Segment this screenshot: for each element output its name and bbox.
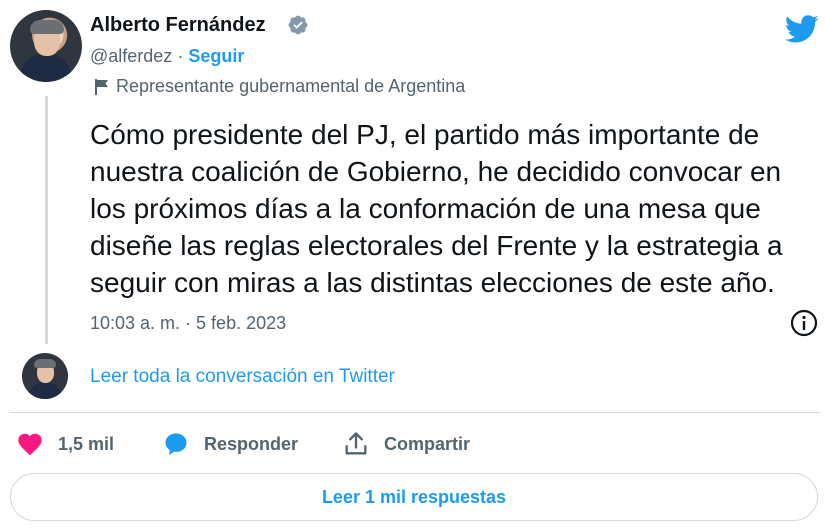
handle-row: @alferdez · Seguir (90, 46, 244, 67)
divider (10, 412, 820, 413)
read-conversation-link[interactable]: Leer toda la conversación en Twitter (90, 366, 395, 388)
flag-icon (95, 78, 108, 95)
read-replies-button[interactable]: Leer 1 mil respuestas (10, 473, 818, 521)
reply-bubble-icon (165, 433, 187, 456)
share-label: Compartir (384, 433, 471, 454)
tweet-text: Cómo presidente del PJ, el partido más i… (90, 119, 783, 298)
author-name[interactable]: Alberto Fernández (90, 14, 266, 37)
government-label: Representante gubernamental de Argentina (94, 76, 465, 97)
author-avatar[interactable] (10, 10, 82, 82)
thread-line (45, 96, 48, 344)
like-count: 1,5 mil (58, 433, 115, 454)
heart-icon (18, 433, 42, 456)
reply-label: Responder (204, 433, 299, 454)
follow-button[interactable]: Seguir (188, 46, 244, 66)
reply-button[interactable]: Responder (162, 428, 298, 460)
share-button[interactable]: Compartir (342, 428, 470, 460)
like-button[interactable]: 1,5 mil (16, 428, 114, 460)
author-handle[interactable]: @alferdez (90, 46, 172, 66)
verified-badge-icon (288, 15, 308, 35)
tweet-timestamp[interactable]: 10:03 a. m. · 5 feb. 2023 (90, 313, 286, 334)
government-label-text: Representante gubernamental de Argentina (116, 76, 466, 96)
separator: · (177, 46, 184, 66)
conversation-avatar[interactable] (22, 353, 68, 399)
twitter-bird-icon[interactable] (783, 12, 821, 46)
info-icon[interactable] (789, 308, 819, 338)
share-icon (345, 432, 367, 455)
